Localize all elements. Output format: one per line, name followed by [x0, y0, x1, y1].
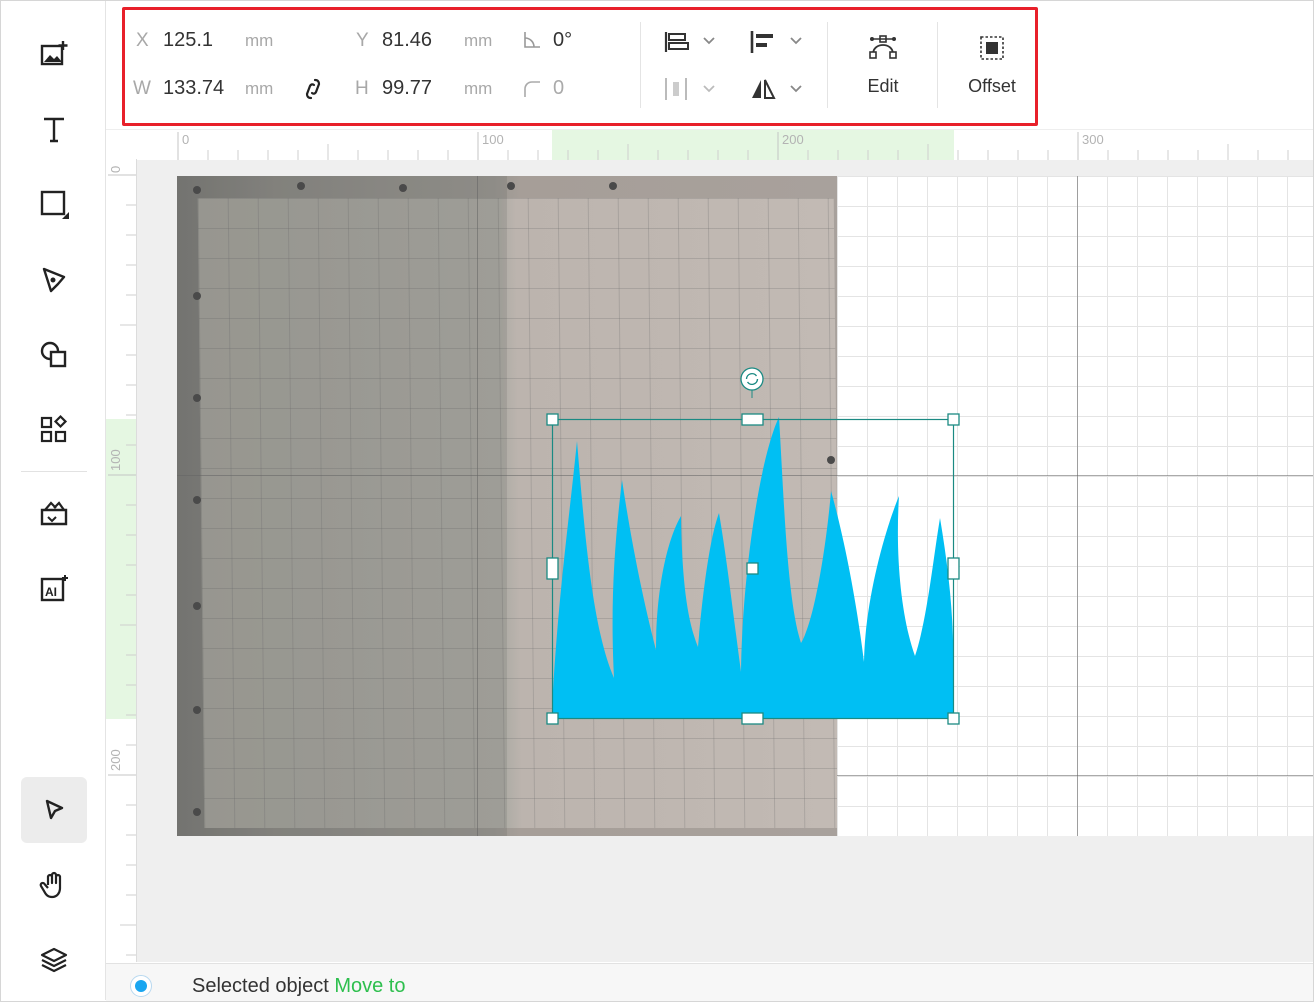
layers-button[interactable] [21, 927, 87, 993]
ai-image-icon: AI [40, 575, 68, 602]
pen-tool-button[interactable] [21, 247, 87, 313]
resize-handle-bottom[interactable] [741, 712, 764, 725]
ruler-label-100: 100 [482, 132, 504, 147]
rectangle-tool-button[interactable] [21, 171, 87, 237]
resize-handle-bottom-right[interactable] [947, 712, 960, 725]
resize-handle-top[interactable] [741, 413, 764, 426]
status-bar: Selected object Move to [106, 963, 1313, 1001]
vertical-ruler: 0 100 200 [106, 159, 137, 962]
horizontal-ruler: 0 100 200 300 [106, 129, 1313, 161]
ai-image-button[interactable]: AI [21, 556, 87, 622]
select-tool-button[interactable] [21, 777, 87, 843]
shapes-icon [40, 341, 67, 368]
layers-icon [40, 947, 68, 973]
select-icon [45, 799, 64, 820]
elements-icon [40, 414, 68, 443]
design-layer [546, 367, 960, 725]
material-library-icon [40, 501, 68, 526]
shapes-tool-button[interactable] [21, 322, 87, 388]
properties-highlight [122, 7, 1038, 126]
status-text: Selected object [192, 975, 329, 997]
center-handle[interactable] [746, 562, 759, 575]
material-library-button[interactable] [21, 481, 87, 547]
text-icon [44, 117, 64, 143]
resize-handle-bottom-left[interactable] [546, 712, 559, 725]
status-message: Selected object Move to [192, 975, 405, 998]
resize-handle-left[interactable] [546, 557, 559, 580]
pen-icon [42, 267, 66, 293]
resize-handle-right[interactable] [947, 557, 960, 580]
resize-handle-top-right[interactable] [947, 413, 960, 426]
left-toolbar: AI [1, 1, 106, 1000]
resize-handle-top-left[interactable] [546, 413, 559, 426]
ruler-label-200: 200 [108, 749, 123, 771]
elements-tool-button[interactable] [21, 397, 87, 463]
move-to-link[interactable]: Move to [334, 975, 405, 997]
add-image-button[interactable] [21, 21, 87, 87]
text-tool-button[interactable] [21, 96, 87, 162]
canvas[interactable] [137, 160, 1313, 962]
ruler-label-100: 100 [108, 449, 123, 471]
hand-icon [39, 871, 62, 899]
ruler-label-200: 200 [782, 132, 804, 147]
rectangle-icon [40, 190, 69, 219]
toolbar-divider [21, 471, 87, 472]
ruler-label-0: 0 [182, 132, 190, 147]
hand-tool-button[interactable] [21, 852, 87, 918]
ruler-label-0: 0 [108, 165, 123, 173]
ruler-ticks [108, 174, 136, 956]
svg-text:AI: AI [45, 585, 57, 599]
ruler-label-300: 300 [1082, 132, 1104, 147]
add-image-icon [40, 41, 68, 66]
status-indicator-icon [130, 975, 152, 997]
ruler-ticks [177, 132, 1289, 160]
rotate-handle[interactable] [740, 367, 764, 391]
